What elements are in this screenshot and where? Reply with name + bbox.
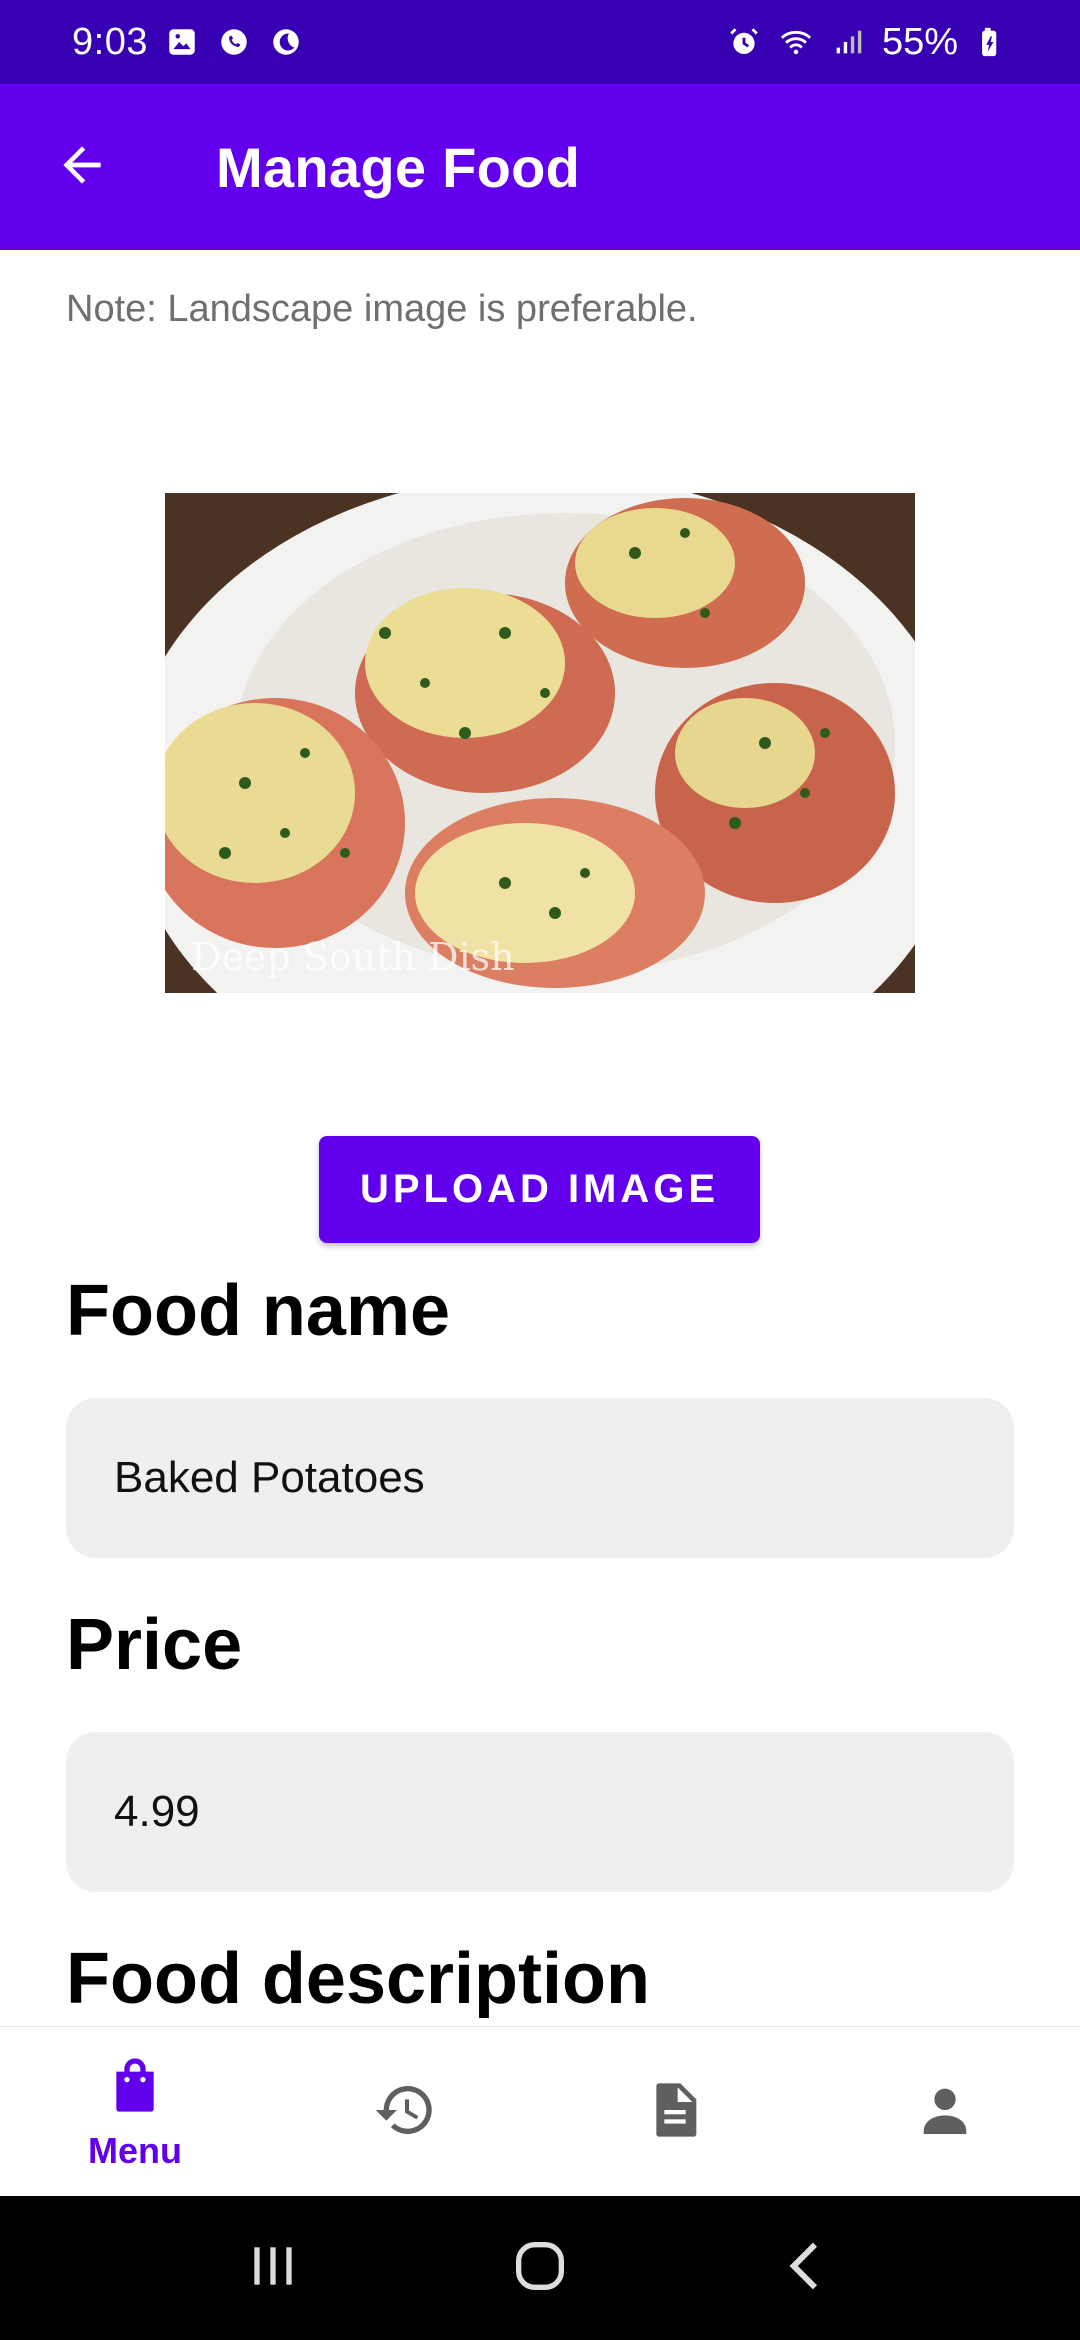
nav-item-menu[interactable]: Menu (0, 2027, 270, 2197)
back-button[interactable] (40, 125, 124, 209)
image-watermark: Deep South Dish (191, 935, 515, 979)
system-navigation-bar (0, 2196, 1080, 2340)
price-value: 4.99 (114, 1787, 200, 1836)
status-time: 9:03 (72, 20, 148, 63)
chevron-left-icon (775, 2234, 839, 2303)
bottom-navigation: Menu (0, 2026, 1080, 2196)
status-left: 9:03 (72, 21, 304, 64)
status-bar: 9:03 55% (0, 0, 1080, 84)
landscape-note: Note: Landscape image is preferable. (66, 288, 698, 330)
food-name-label: Food name (66, 1271, 451, 1351)
manage-food-screen: 9:03 55% Manage Food Note: Landscape ima… (0, 0, 1080, 2340)
battery-percentage: 55% (881, 20, 958, 63)
recents-icon (241, 2234, 305, 2303)
nav-label-menu: Menu (88, 2129, 182, 2171)
whatsapp-icon (216, 24, 252, 60)
image-notification-icon (164, 24, 200, 60)
food-name-input[interactable]: Baked Potatoes (66, 1398, 1014, 1558)
person-icon (913, 2078, 977, 2147)
food-description-label: Food description (66, 1939, 650, 2019)
nav-item-orders[interactable] (540, 2027, 810, 2197)
home-button[interactable] (495, 2223, 585, 2313)
food-name-value: Baked Potatoes (114, 1453, 425, 1502)
home-icon (508, 2234, 572, 2303)
history-icon (373, 2078, 437, 2147)
shopping-bag-icon (103, 2053, 167, 2122)
nav-item-profile[interactable] (810, 2027, 1080, 2197)
wifi-icon (778, 24, 814, 60)
document-icon (643, 2078, 707, 2147)
arrow-back-icon (54, 137, 110, 198)
app-bar: Manage Food (0, 84, 1080, 250)
upload-image-button[interactable]: UPLOAD IMAGE (319, 1136, 760, 1243)
food-image[interactable]: Deep South Dish (165, 493, 915, 993)
nav-item-history[interactable] (270, 2027, 540, 2197)
price-label: Price (66, 1605, 243, 1685)
recents-button[interactable] (228, 2223, 318, 2313)
do-not-disturb-icon (268, 24, 304, 60)
system-back-button[interactable] (762, 2223, 852, 2313)
status-right: 55% (726, 21, 1010, 64)
price-input[interactable]: 4.99 (66, 1732, 1014, 1892)
alarm-icon (726, 24, 762, 60)
page-title: Manage Food (216, 135, 581, 199)
form-content[interactable]: Note: Landscape image is preferable. Dee… (0, 250, 1080, 2026)
battery-icon (974, 24, 1010, 60)
signal-icon (830, 24, 866, 60)
